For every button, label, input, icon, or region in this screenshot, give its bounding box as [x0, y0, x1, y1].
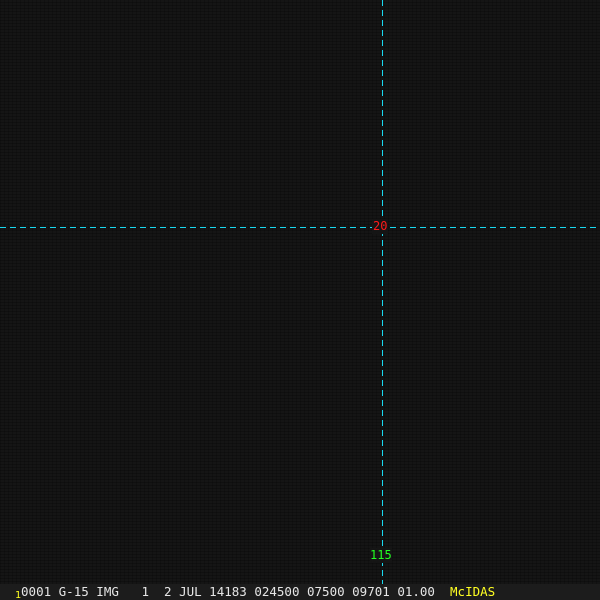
longitude-label: 115 — [370, 548, 392, 563]
image-info-bar: 10001 G-15 IMG 1 2 JUL 14183 024500 0750… — [0, 584, 600, 600]
latitude-label: 20 — [372, 219, 389, 234]
image-metadata: 0001 G-15 IMG 1 2 JUL 14183 024500 07500… — [21, 584, 435, 599]
longitude-grid-line — [382, 0, 383, 584]
latitude-grid-line — [0, 227, 600, 228]
mcidas-brand: McIDAS — [450, 584, 496, 599]
satellite-image-display: 20 115 10001 G-15 IMG 1 2 JUL 14183 0245… — [0, 0, 600, 600]
